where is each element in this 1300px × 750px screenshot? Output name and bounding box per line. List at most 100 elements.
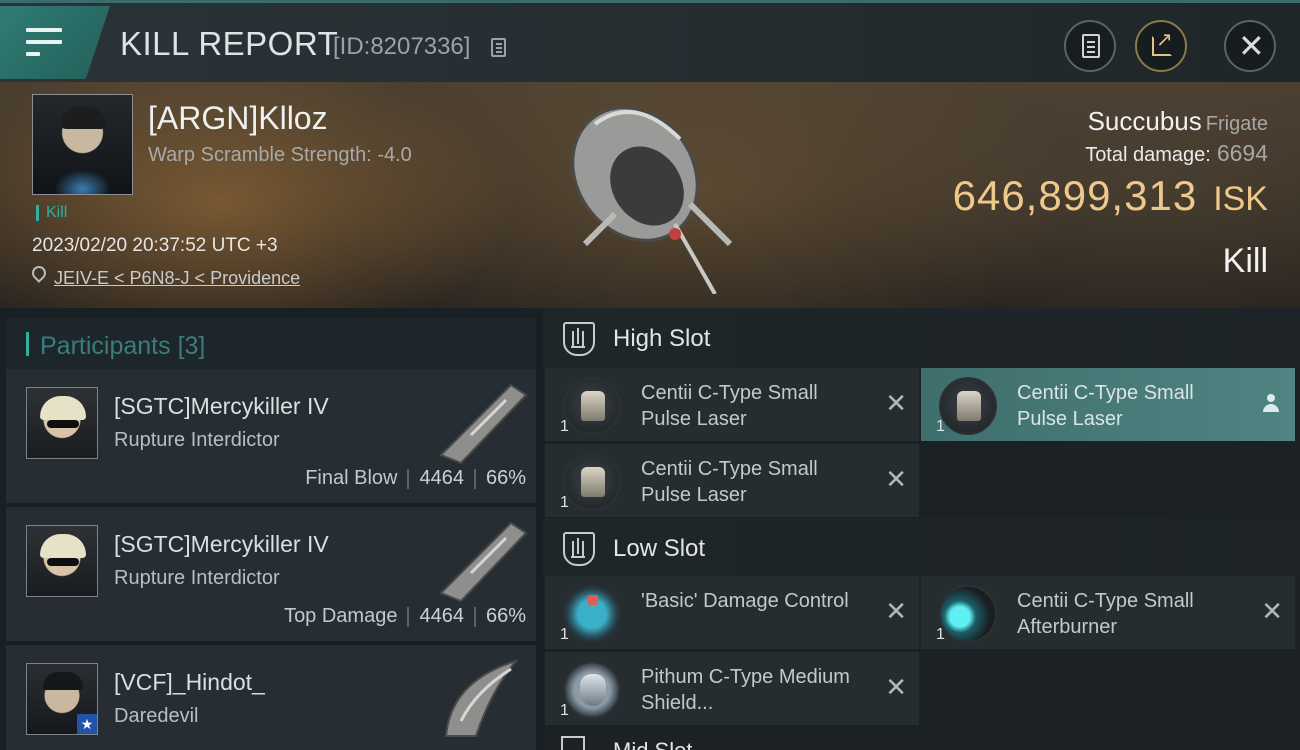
afterburner-icon <box>939 585 997 643</box>
participant-name: [VCF]_Hindot_ <box>114 669 265 695</box>
participant-ship-image <box>444 659 519 737</box>
participant-stats: Top Damage 4464 66% <box>284 605 526 628</box>
location-pin-icon <box>29 263 49 283</box>
page-title: KILL REPORT <box>120 25 339 62</box>
module-quantity: 1 <box>936 418 945 435</box>
total-damage: Total damage: 6694 <box>1085 140 1268 167</box>
ship-name-text: Succubus <box>1087 106 1202 136</box>
module-quantity: 1 <box>560 418 569 435</box>
destroyed-x-icon: ✕ <box>885 596 907 626</box>
share-icon <box>1152 27 1173 56</box>
participants-title: Participants [3] <box>40 332 205 361</box>
share-button[interactable] <box>1135 20 1187 72</box>
details-button[interactable] <box>1064 20 1116 72</box>
participants-header: Participants [3] <box>6 318 536 370</box>
participants-count: [3] <box>177 332 206 360</box>
module-item[interactable]: 1 Pithum C-Type Medium Shield... ✕ <box>545 652 919 725</box>
participant-avatar[interactable] <box>26 525 98 597</box>
module-item[interactable]: 1 Centii C-Type Small Pulse Laser ✕ <box>545 444 919 517</box>
module-quantity: 1 <box>560 626 569 643</box>
total-damage-label: Total damage: <box>1085 144 1211 166</box>
participant-name: [SGTC]Mercykiller IV <box>114 393 329 419</box>
module-name: Centii C-Type Small Pulse Laser <box>1017 382 1194 430</box>
participant-ship: Rupture Interdictor <box>114 429 280 451</box>
participants-label: Participants <box>40 332 171 360</box>
participant-ship-image <box>439 521 528 603</box>
module-name: Pithum C-Type Medium Shield... <box>641 666 850 714</box>
module-item[interactable]: 1 'Basic' Damage Control ✕ <box>545 576 919 649</box>
result-label: Kill <box>1222 242 1268 280</box>
module-name: Centii C-Type Small Pulse Laser <box>641 382 818 430</box>
stat-label: Final Blow <box>305 467 398 489</box>
module-name: Centii C-Type Small Pulse Laser <box>641 458 818 506</box>
high-slot-label: High Slot <box>613 325 711 352</box>
mid-slot-icon <box>561 736 585 750</box>
high-slot-header: High Slot <box>543 308 1300 368</box>
isk-value: 646,899,313 ISK <box>953 172 1268 220</box>
kill-datetime: 2023/02/20 20:37:52 UTC +3 <box>32 235 278 256</box>
fitting-panel: High Slot 1 Centii C-Type Small Pulse La… <box>543 308 1300 750</box>
close-button[interactable]: ✕ <box>1224 20 1276 72</box>
damage-percent: 66% <box>485 467 526 489</box>
participant-ship-image <box>439 383 528 465</box>
victim-ship-name[interactable]: Succubus Frigate <box>1088 106 1268 137</box>
damage-value: 4464 <box>419 605 464 627</box>
damage-control-icon <box>563 585 621 643</box>
hamburger-icon <box>26 28 62 56</box>
participant-name: [SGTC]Mercykiller IV <box>114 531 329 557</box>
low-slot-icon <box>563 532 595 566</box>
accent-bar <box>26 332 29 356</box>
total-damage-value: 6694 <box>1216 140 1268 166</box>
pulse-laser-icon <box>563 453 621 511</box>
dropped-user-icon <box>1263 394 1279 412</box>
module-item[interactable]: 1 Centii C-Type Small Pulse Laser ✕ <box>545 368 919 441</box>
destroyed-x-icon: ✕ <box>885 464 907 494</box>
header-bar: KILL REPORT [ID:8207336] ✕ <box>0 0 1300 82</box>
isk-amount: 646,899,313 <box>952 172 1198 219</box>
module-item[interactable]: 1 Centii C-Type Small Afterburner ✕ <box>921 576 1295 649</box>
victim-name[interactable]: [ARGN]Klloz <box>148 100 328 137</box>
destroyed-x-icon: ✕ <box>885 388 907 418</box>
copy-icon[interactable] <box>491 38 506 57</box>
participant-ship: Daredevil <box>114 705 199 727</box>
victim-avatar[interactable] <box>32 94 133 195</box>
pulse-laser-icon <box>563 377 621 435</box>
close-icon: ✕ <box>1238 28 1265 64</box>
document-icon <box>1082 34 1100 58</box>
pulse-laser-icon <box>939 377 997 435</box>
participant-avatar[interactable] <box>26 387 98 459</box>
high-slot-icon <box>563 322 595 356</box>
module-quantity: 1 <box>936 626 945 643</box>
ship-class-text: Frigate <box>1205 113 1268 135</box>
participants-panel: Participants [3] [SGTC]Mercykiller IV Ru… <box>0 308 543 750</box>
star-badge-icon: ★ <box>77 714 97 734</box>
participant-card[interactable]: ★ [VCF]_Hindot_ Daredevil <box>6 645 536 750</box>
victim-banner: [ARGN]Klloz Warp Scramble Strength: -4.0… <box>0 82 1300 308</box>
module-item[interactable]: 1 Centii C-Type Small Pulse Laser <box>921 368 1295 441</box>
victim-ship-image <box>571 106 733 294</box>
menu-button[interactable] <box>0 6 110 79</box>
stat-label: Top Damage <box>284 605 398 627</box>
report-id: [ID:8207336] <box>333 33 471 60</box>
participant-stats: Final Blow 4464 66% <box>305 467 526 490</box>
low-slot-header: Low Slot <box>543 518 1300 578</box>
destroyed-x-icon: ✕ <box>885 672 907 702</box>
damage-percent: 66% <box>485 605 526 627</box>
module-name: 'Basic' Damage Control <box>641 590 849 612</box>
mid-slot-label: Mid Slot <box>613 736 692 750</box>
participant-card[interactable]: [SGTC]Mercykiller IV Rupture Interdictor… <box>6 507 536 641</box>
damage-value: 4464 <box>419 467 464 489</box>
low-slot-label: Low Slot <box>613 535 706 562</box>
location-link[interactable]: JEIV-E < P6N8-J < Providence <box>54 268 300 289</box>
warp-scramble-strength: Warp Scramble Strength: -4.0 <box>148 144 412 166</box>
participant-card[interactable]: [SGTC]Mercykiller IV Rupture Interdictor… <box>6 369 536 503</box>
isk-unit: ISK <box>1213 180 1268 218</box>
module-quantity: 1 <box>560 494 569 511</box>
participant-avatar[interactable]: ★ <box>26 663 98 735</box>
module-quantity: 1 <box>560 702 569 719</box>
module-name: Centii C-Type Small Afterburner <box>1017 590 1194 638</box>
destroyed-x-icon: ✕ <box>1261 596 1283 626</box>
shield-icon <box>563 661 621 719</box>
participant-ship: Rupture Interdictor <box>114 567 280 589</box>
kill-tag: Kill <box>36 205 67 221</box>
